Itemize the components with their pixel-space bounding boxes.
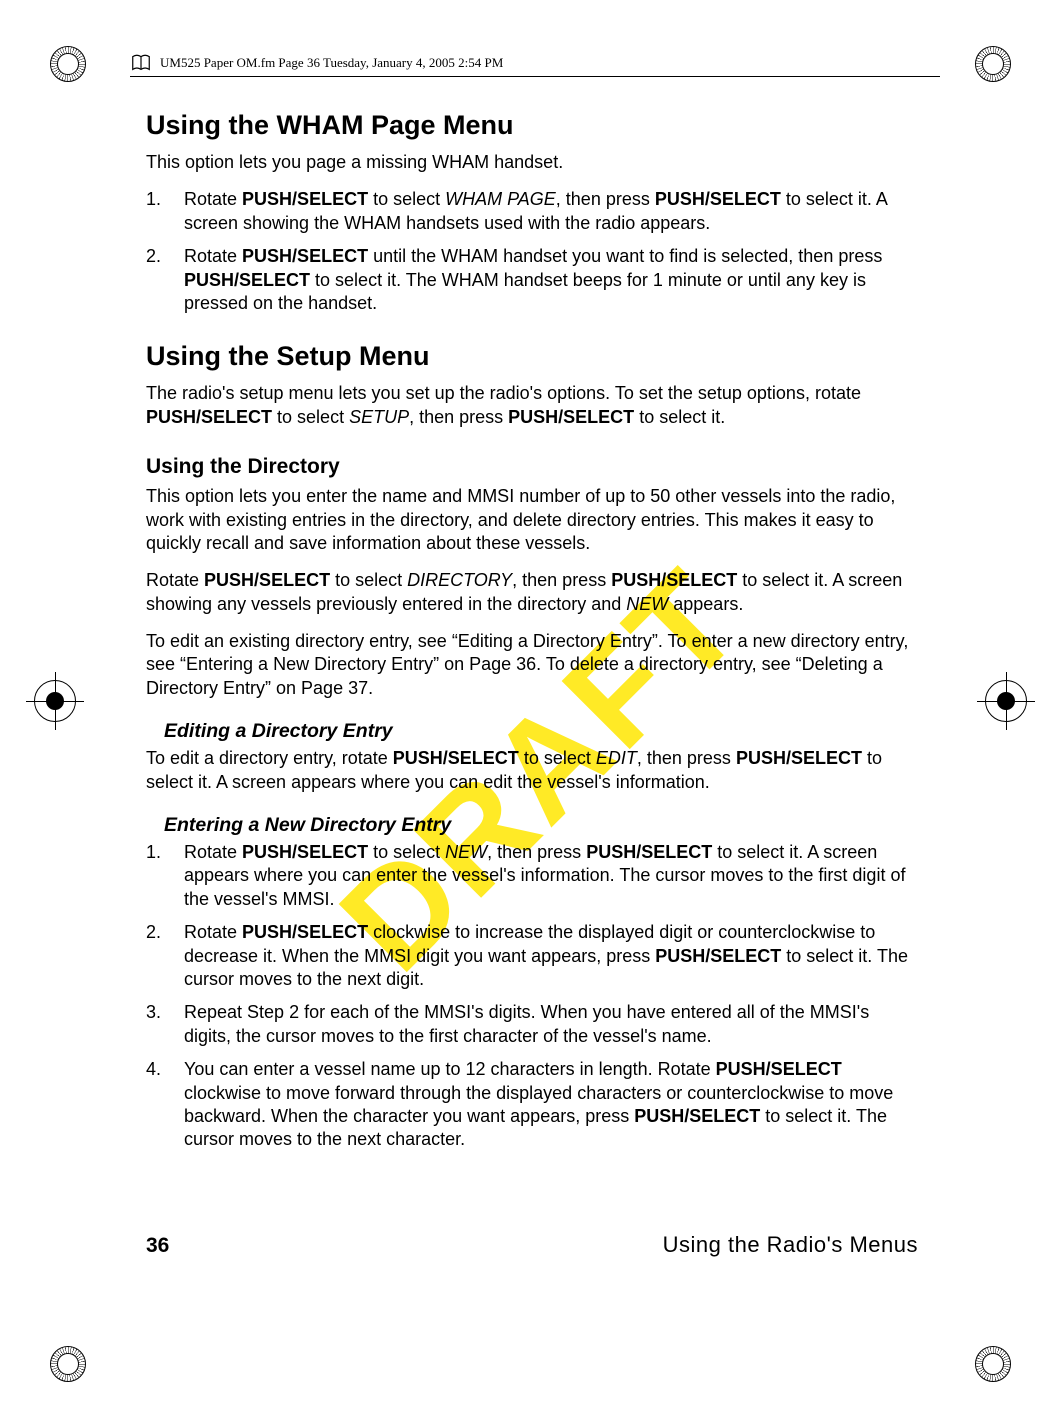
- registration-mark-icon: [985, 680, 1027, 722]
- list-item: Rotate PUSH/SELECT to select NEW, then p…: [146, 841, 918, 911]
- list-item: Rotate PUSH/SELECT to select WHAM PAGE, …: [146, 188, 918, 235]
- running-header-text: UM525 Paper OM.fm Page 36 Tuesday, Janua…: [160, 55, 503, 71]
- body-text: This option lets you enter the name and …: [146, 485, 918, 555]
- page-number: 36: [146, 1234, 169, 1258]
- running-header: UM525 Paper OM.fm Page 36 Tuesday, Janua…: [130, 52, 940, 77]
- registration-mark-icon: [34, 680, 76, 722]
- list-item: Rotate PUSH/SELECT until the WHAM handse…: [146, 245, 918, 315]
- body-text: This option lets you page a missing WHAM…: [146, 151, 918, 174]
- crop-mark-icon: [975, 1346, 1011, 1382]
- heading-edit-entry: Editing a Directory Entry: [164, 720, 918, 743]
- page-footer: 36 Using the Radio's Menus: [146, 1232, 918, 1258]
- heading-setup: Using the Setup Menu: [146, 341, 918, 372]
- list-item: You can enter a vessel name up to 12 cha…: [146, 1058, 918, 1152]
- wham-steps: Rotate PUSH/SELECT to select WHAM PAGE, …: [146, 188, 918, 315]
- heading-new-entry: Entering a New Directory Entry: [164, 814, 918, 837]
- new-entry-steps: Rotate PUSH/SELECT to select NEW, then p…: [146, 841, 918, 1152]
- crop-mark-icon: [50, 46, 86, 82]
- footer-section-title: Using the Radio's Menus: [663, 1232, 918, 1258]
- crop-mark-icon: [50, 1346, 86, 1382]
- body-text: The radio's setup menu lets you set up t…: [146, 382, 918, 429]
- body-text: To edit an existing directory entry, see…: [146, 630, 918, 700]
- heading-directory: Using the Directory: [146, 455, 918, 479]
- heading-wham: Using the WHAM Page Menu: [146, 110, 918, 141]
- list-item: Repeat Step 2 for each of the MMSI's dig…: [146, 1001, 918, 1048]
- crop-mark-icon: [975, 46, 1011, 82]
- body-text: Rotate PUSH/SELECT to select DIRECTORY, …: [146, 569, 918, 616]
- body-text: To edit a directory entry, rotate PUSH/S…: [146, 747, 918, 794]
- book-icon: [130, 52, 152, 74]
- list-item: Rotate PUSH/SELECT clockwise to increase…: [146, 921, 918, 991]
